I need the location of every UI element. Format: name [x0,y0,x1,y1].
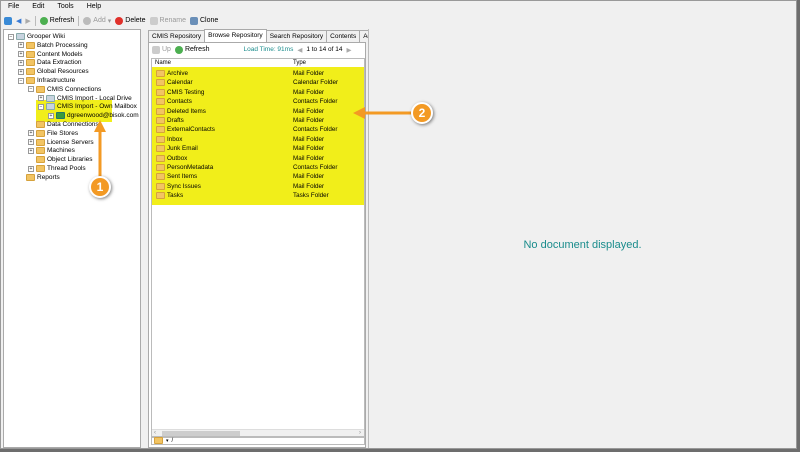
callout-badge-2: 2 [411,102,433,124]
annotation-arrows [94,107,412,178]
callout-badge-1: 1 [89,176,111,198]
arrow-1-head [94,120,106,132]
arrow-2-head [353,107,365,119]
